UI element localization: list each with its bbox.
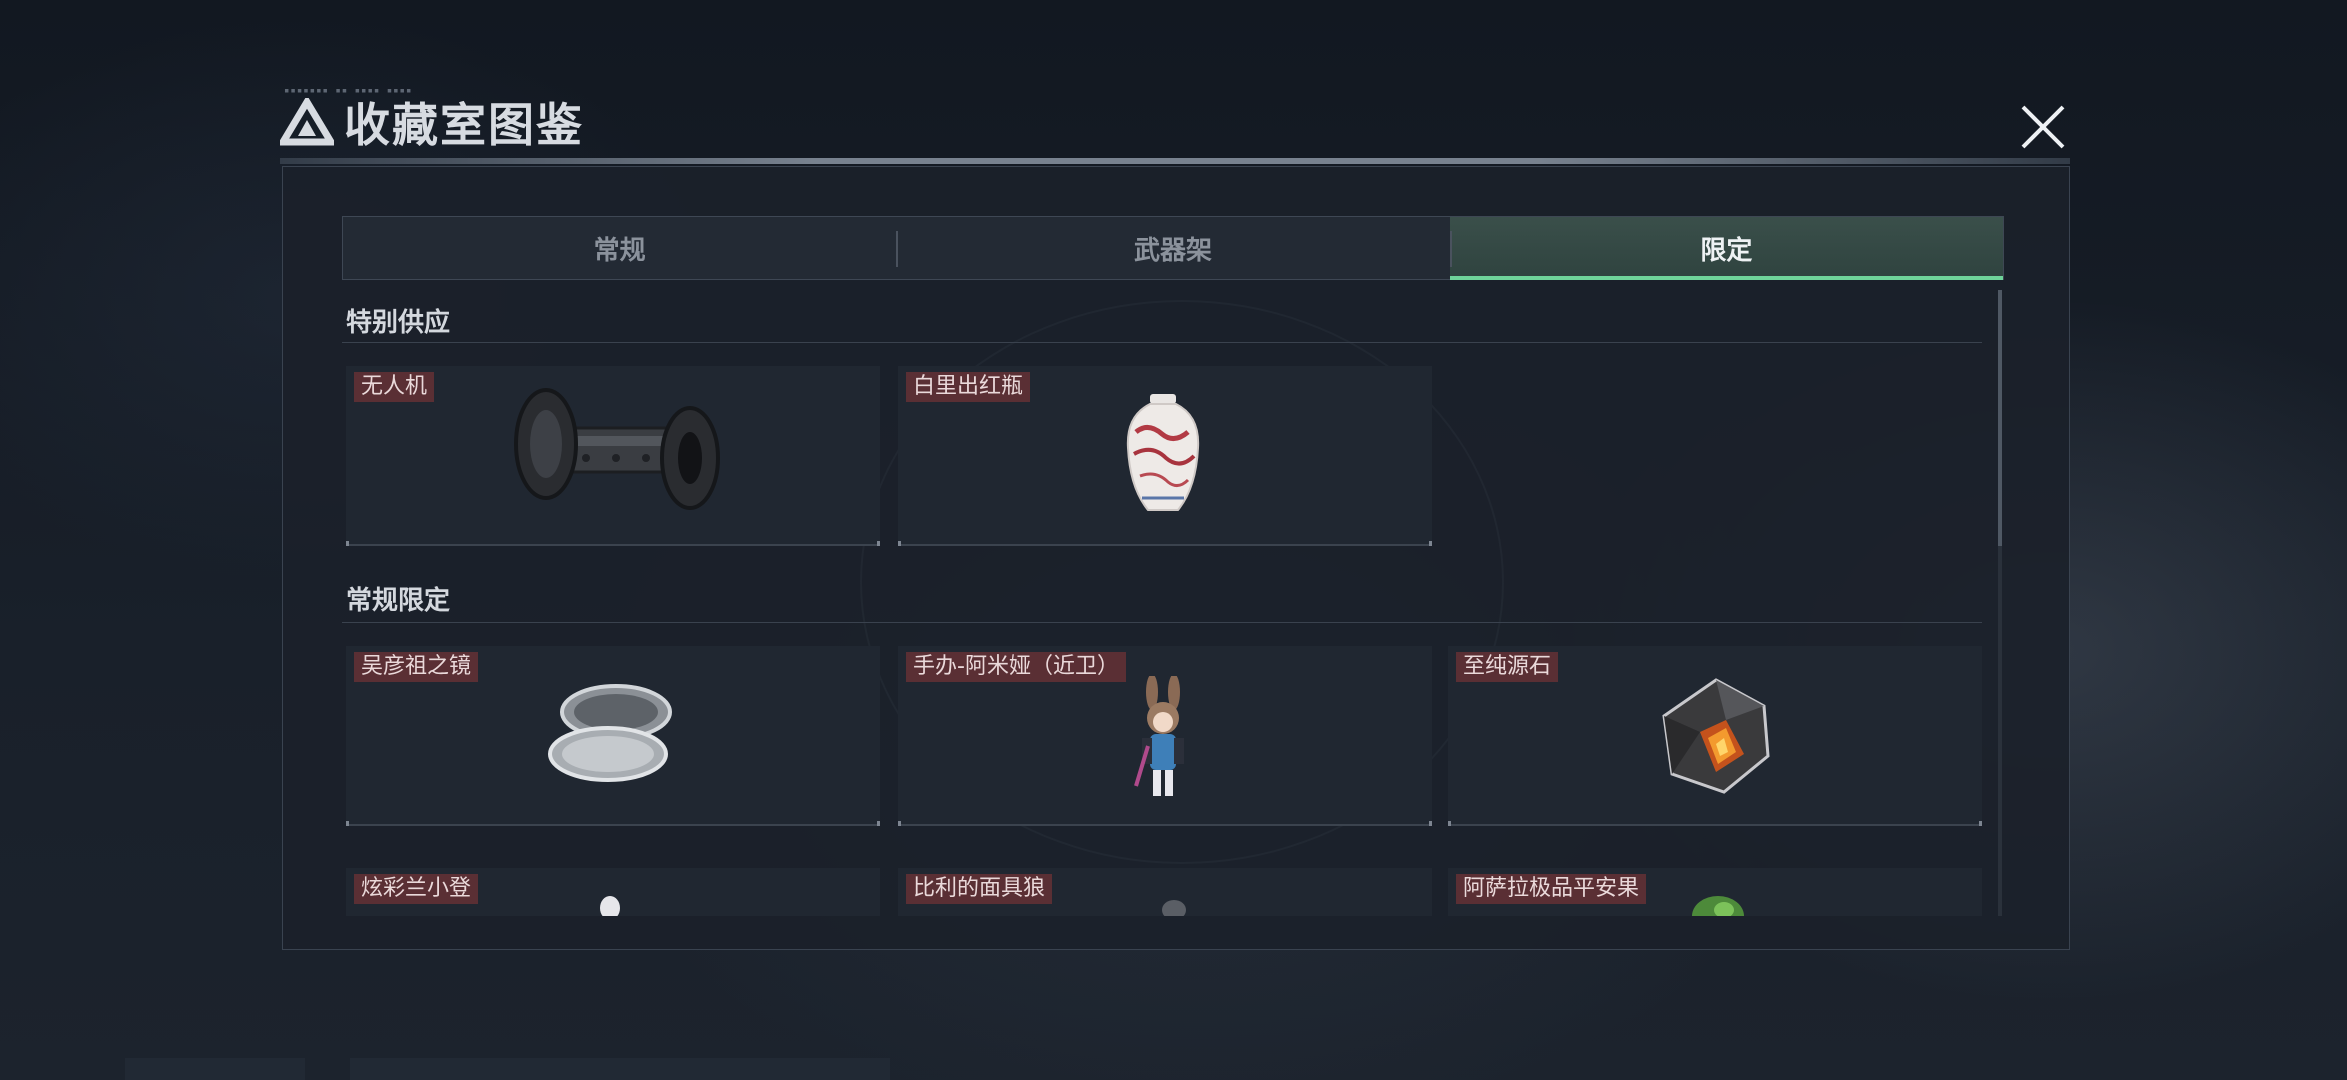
item-label: 炫彩兰小登 bbox=[354, 874, 479, 904]
tab-label: 限定 bbox=[1700, 235, 1753, 266]
tab-regular[interactable]: 常规 bbox=[343, 217, 896, 279]
item-label: 手办-阿米娅（近卫） bbox=[906, 652, 1126, 682]
item-label: 吴彦祖之镜 bbox=[354, 652, 479, 682]
category-tabs: 常规 武器架 限定 bbox=[342, 216, 2004, 280]
collection-item-drone[interactable]: 无人机 bbox=[346, 366, 880, 546]
tab-separator bbox=[896, 231, 899, 267]
collection-list[interactable]: 特别供应 无人机 白里出红瓶 常规限定 吴彦祖之镜 手办-阿米娅（近卫） 至纯源… bbox=[342, 290, 1992, 916]
title-divider bbox=[280, 158, 2070, 164]
figurine-icon bbox=[1134, 676, 1184, 796]
collection-item-pure-originium[interactable]: 至纯源石 bbox=[1448, 646, 1982, 826]
tab-separator bbox=[1449, 231, 1452, 267]
title-bar: 收藏室图鉴 bbox=[280, 92, 584, 152]
tab-label: 常规 bbox=[593, 235, 646, 266]
delta-logo-icon bbox=[280, 98, 334, 146]
close-button[interactable] bbox=[2012, 98, 2074, 156]
vase-icon bbox=[1126, 394, 1200, 511]
tab-weapon-rack[interactable]: 武器架 bbox=[896, 217, 1449, 279]
item-label: 阿萨拉极品平安果 bbox=[1456, 874, 1647, 904]
section-title-regular-limited: 常规限定 bbox=[346, 586, 451, 616]
collection-item-mirror[interactable]: 吴彦祖之镜 bbox=[346, 646, 880, 826]
section-divider bbox=[342, 622, 1982, 623]
item-label: 至纯源石 bbox=[1456, 652, 1559, 682]
item-label: 比利的面具狼 bbox=[906, 874, 1053, 904]
tab-label: 武器架 bbox=[1133, 235, 1212, 266]
wolf-mask-icon bbox=[1162, 900, 1186, 916]
mirror-icon bbox=[548, 684, 672, 782]
bottom-decoration bbox=[350, 1058, 890, 1080]
card-base bbox=[1448, 821, 1982, 826]
apple-icon bbox=[1692, 896, 1744, 916]
stool-icon bbox=[600, 896, 620, 916]
collection-item-vase[interactable]: 白里出红瓶 bbox=[898, 366, 1432, 546]
collection-item-stool[interactable]: 炫彩兰小登 bbox=[346, 868, 880, 916]
drone-icon bbox=[514, 388, 720, 510]
card-base bbox=[346, 541, 880, 546]
page-title: 收藏室图鉴 bbox=[344, 98, 584, 152]
card-base bbox=[898, 541, 1432, 546]
bottom-decoration bbox=[125, 1058, 305, 1080]
collection-item-wolf-mask[interactable]: 比利的面具狼 bbox=[898, 868, 1432, 916]
section-title-special-supply: 特别供应 bbox=[346, 308, 451, 338]
item-label: 无人机 bbox=[354, 372, 435, 402]
close-icon bbox=[2021, 105, 2065, 149]
card-base bbox=[346, 821, 880, 826]
item-label: 白里出红瓶 bbox=[906, 372, 1031, 402]
originium-icon bbox=[1662, 678, 1770, 794]
section-divider bbox=[342, 342, 1982, 343]
collection-item-safe-apple[interactable]: 阿萨拉极品平安果 bbox=[1448, 868, 1982, 916]
card-base bbox=[898, 821, 1432, 826]
collection-item-amiya-figure[interactable]: 手办-阿米娅（近卫） bbox=[898, 646, 1432, 826]
scrollbar-thumb[interactable] bbox=[1998, 290, 2002, 546]
tab-limited[interactable]: 限定 bbox=[1449, 217, 2004, 280]
